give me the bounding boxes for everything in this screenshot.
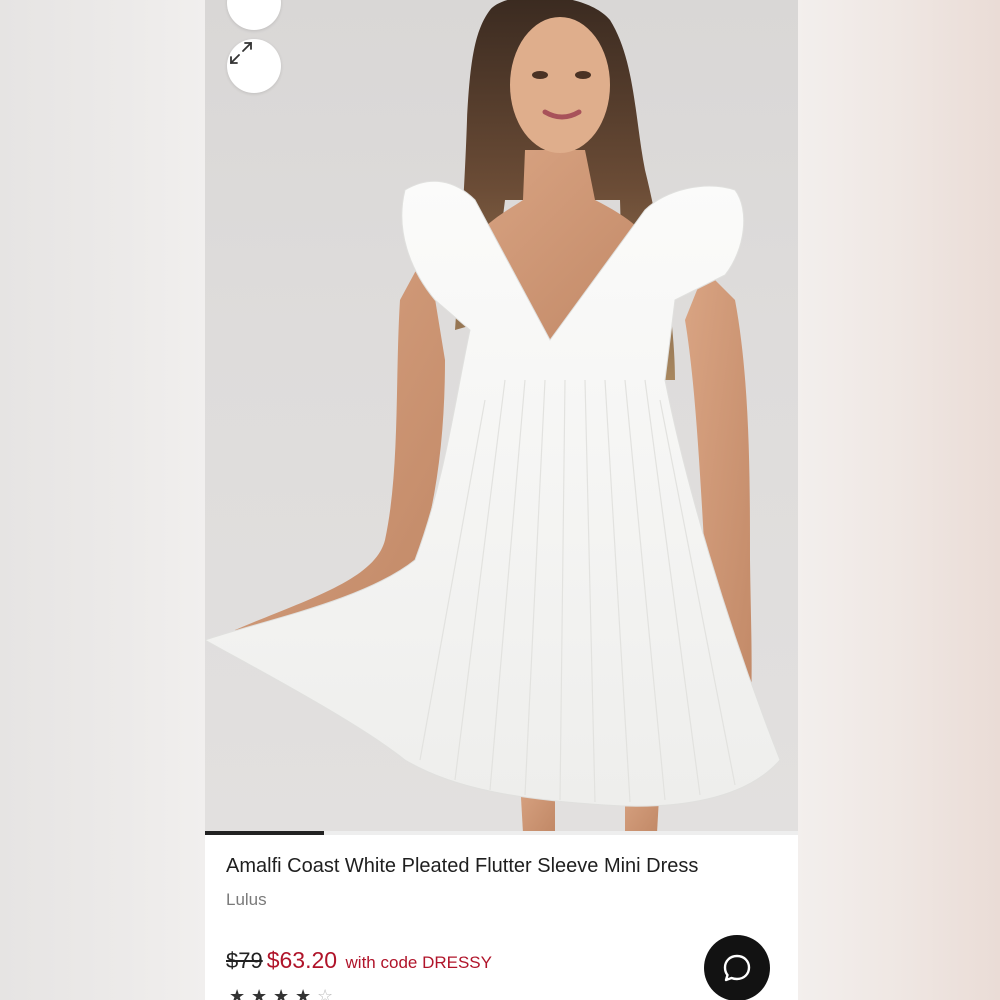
sale-price: $63.20 [266, 947, 338, 973]
star-filled-icon: ★ [273, 986, 290, 1000]
chat-button[interactable] [704, 935, 770, 1000]
star-filled-icon: ★ [251, 986, 268, 1000]
product-image[interactable] [205, 0, 798, 833]
image-carousel-progress [205, 831, 798, 835]
expand-image-button[interactable] [227, 39, 281, 93]
product-brand[interactable]: Lulus [226, 890, 267, 910]
price-row: $79 $63.20 with code DRESSY [226, 947, 492, 974]
carousel-progress-fill [205, 831, 324, 835]
rating-stars[interactable]: ★ ★ ★ ★ ☆ [229, 986, 334, 1000]
expand-icon [230, 42, 252, 64]
chat-bubble-icon [723, 954, 751, 982]
model-illustration [205, 0, 781, 833]
background-right [798, 0, 1000, 1000]
background-left [0, 0, 205, 1000]
product-page: Amalfi Coast White Pleated Flutter Sleev… [205, 0, 798, 1000]
star-filled-icon: ★ [229, 986, 246, 1000]
promo-code-text: with code DRESSY [345, 953, 492, 972]
original-price: $79 [226, 948, 263, 973]
product-title: Amalfi Coast White Pleated Flutter Sleev… [226, 855, 699, 877]
star-filled-icon: ★ [295, 986, 312, 1000]
star-empty-icon: ☆ [317, 986, 334, 1000]
